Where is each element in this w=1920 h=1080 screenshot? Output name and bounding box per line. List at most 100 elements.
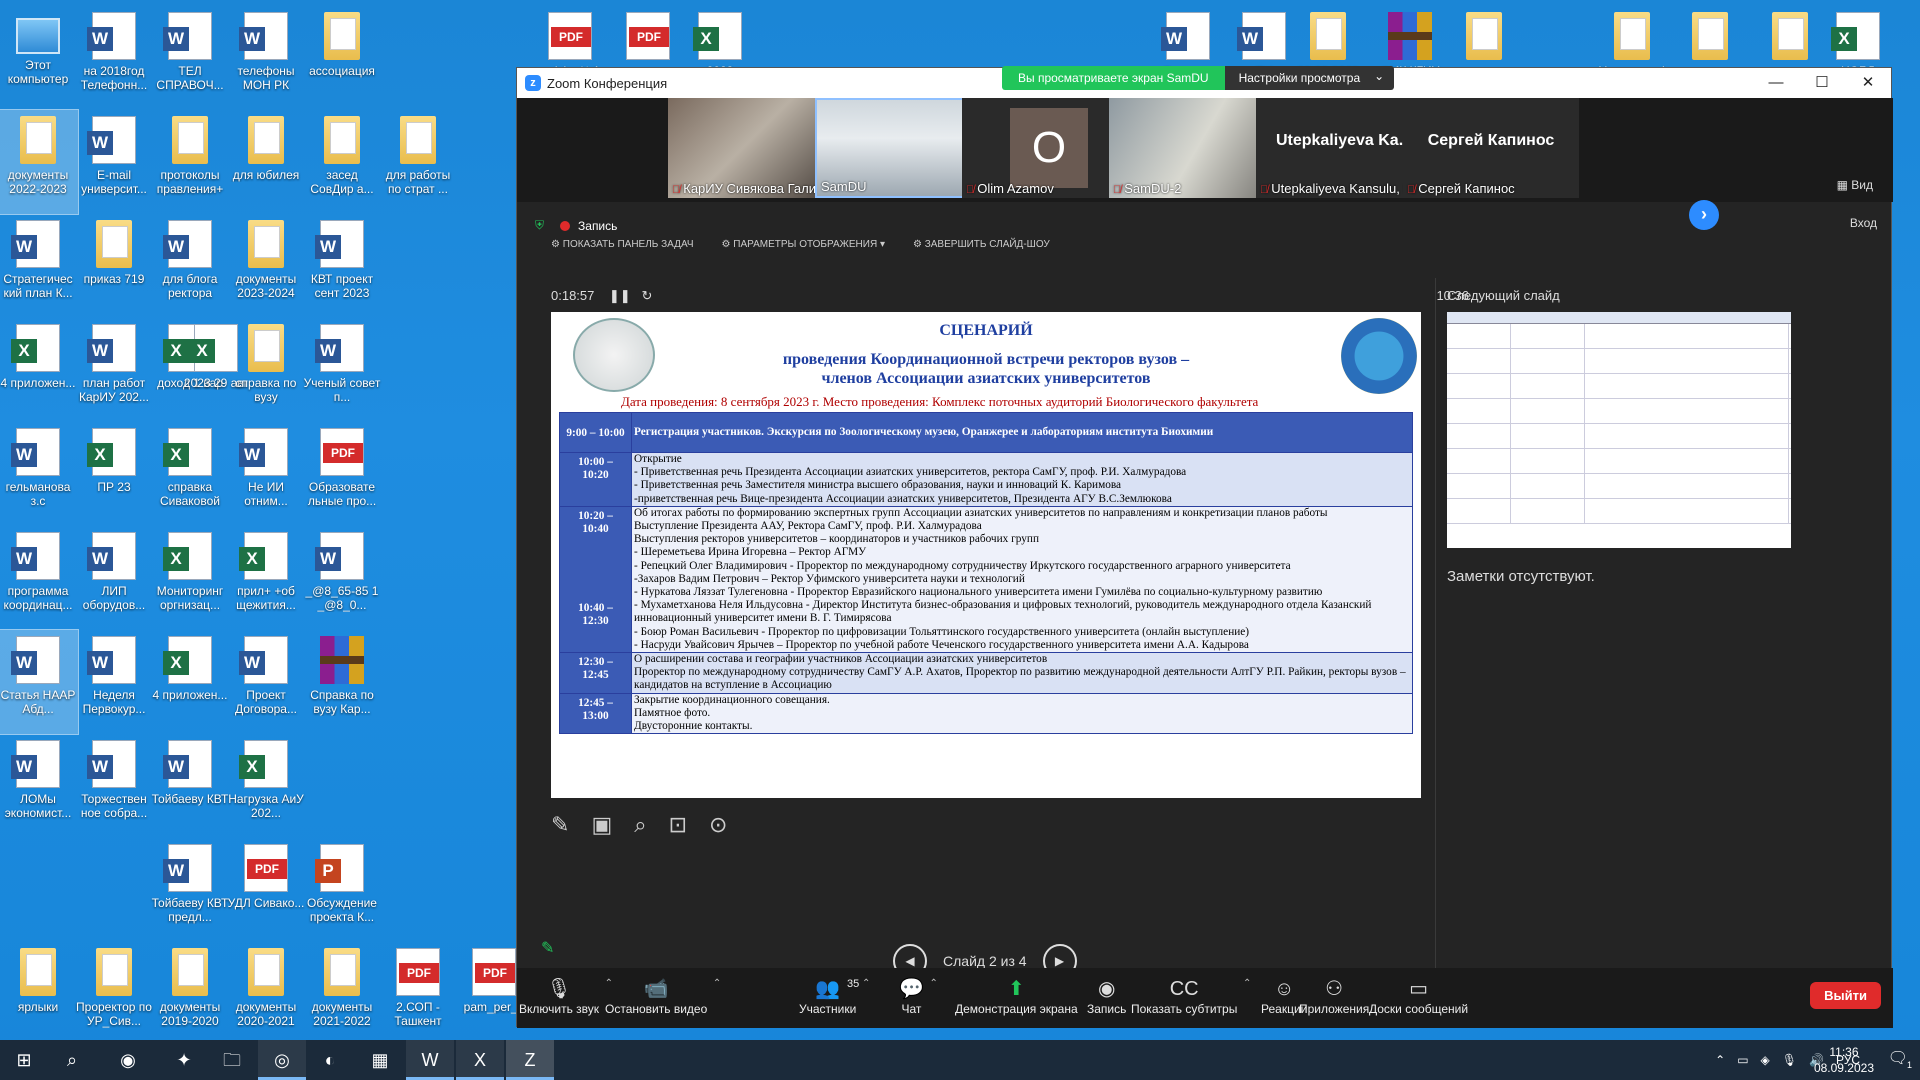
desktop-icon[interactable]: ЛИП оборудов... <box>74 526 154 630</box>
desktop-icon[interactable]: документы 2020-2021 <box>226 942 306 1046</box>
desktop-icon[interactable]: НОБД <box>1818 6 1898 68</box>
desktop-icon[interactable]: для работы по страт ... <box>378 110 458 214</box>
record-button[interactable]: ◉ Запись <box>1087 976 1126 1016</box>
edge-icon[interactable]: ◐ <box>306 1040 354 1080</box>
desktop-icon[interactable]: засед СовДир а... <box>302 110 382 214</box>
desktop-icon[interactable]: телефоны МОН РК <box>226 6 306 110</box>
desktop-icon[interactable]: доход <box>608 6 688 68</box>
desktop-icon[interactable]: E-mail университ... <box>74 110 154 214</box>
desktop-icon[interactable]: Ученый совет п... <box>302 318 382 422</box>
desktop-icon[interactable]: ТЕЛ СПРАВОЧ... <box>150 6 230 110</box>
more-options-icon[interactable]: ⊙ <box>709 812 727 838</box>
desktop-icon[interactable]: 4 приложен... <box>0 318 78 422</box>
caret-up-icon[interactable]: ⌃ <box>713 978 721 989</box>
desktop-icon[interactable]: гельманова з.с <box>0 422 78 526</box>
desktop-icon[interactable]: ЛОМы экономист... <box>0 734 78 838</box>
entry-label[interactable]: Вход <box>1850 216 1877 230</box>
desktop-icon[interactable]: прил+ +об щежития... <box>226 526 306 630</box>
desktop-icon[interactable]: Справка по вузу Кар... <box>302 630 382 734</box>
desktop-icon[interactable]: Проект Договора... <box>226 630 306 734</box>
zoom-slide-icon[interactable]: ⌕ <box>634 812 646 838</box>
desktop-icon[interactable]: Нагрузка АиУ 202... <box>226 734 306 838</box>
desktop-icon[interactable]: документы 2021-2022 <box>302 942 382 1046</box>
network-icon[interactable]: ◈ <box>1761 1053 1770 1067</box>
desktop-icon[interactable]: для юбилея <box>226 110 306 214</box>
desktop-icon[interactable]: 2023 <box>680 6 760 68</box>
desktop-icon[interactable]: на 2018год Телефонн... <box>74 6 154 110</box>
desktop-icon[interactable]: Разделы <box>1148 6 1228 68</box>
desktop-icon[interactable]: ассоциация <box>302 6 382 110</box>
desktop-icon[interactable]: важное <box>1444 6 1524 68</box>
desktop-icon[interactable]: Этот компьютер <box>0 6 78 110</box>
desktop-icon[interactable]: СМК КГИУ <box>1370 6 1450 68</box>
excel-taskbar-icon[interactable]: X <box>456 1040 504 1080</box>
minimize-button[interactable]: — <box>1753 68 1799 98</box>
view-settings-dropdown[interactable]: Настройки просмотра <box>1224 64 1395 90</box>
apps-button[interactable]: ⚇ Приложения <box>1299 976 1369 1016</box>
leave-button[interactable]: Выйти <box>1810 982 1881 1009</box>
desktop-icon[interactable]: нормативка <box>1670 6 1750 68</box>
share-screen-button[interactable]: ⬆ Демонстрация экрана <box>955 976 1078 1016</box>
desktop-icon[interactable]: Не ИИ отним... <box>226 422 306 526</box>
maximize-button[interactable]: ☐ <box>1799 68 1845 98</box>
captions-button[interactable]: CC ⌃ Показать субтитры <box>1131 976 1251 1016</box>
view-button[interactable]: ▦ Вид <box>1837 178 1873 192</box>
chat-button[interactable]: 💬 ⌃ Чат <box>899 976 938 1016</box>
word-taskbar-icon[interactable]: W <box>406 1040 454 1080</box>
desktop-icon[interactable]: справка Сиваковой <box>150 422 230 526</box>
desktop-icon[interactable]: КВТ проект сент 2023 <box>302 214 382 318</box>
pointer-icon[interactable]: ⊡ <box>669 812 687 838</box>
mic-off-button[interactable]: 🎙 ⌃ Включить звук <box>519 976 613 1016</box>
caret-up-icon[interactable]: ⌃ <box>930 978 938 989</box>
desktop-icon[interactable]: ярлыки <box>0 942 78 1046</box>
desktop-icon[interactable]: Неделя Первокур... <box>74 630 154 734</box>
video-button[interactable]: 📹 ⌃ Остановить видео <box>605 976 721 1016</box>
desktop-icon[interactable]: приказ 719 <box>74 214 154 318</box>
tray-icon[interactable]: ▭ <box>1737 1053 1748 1067</box>
recording-indicator[interactable]: ⛨ Запись <box>535 218 617 233</box>
desktop-icon[interactable]: документы 2022-2023 <box>0 109 79 215</box>
close-button[interactable]: ✕ <box>1845 68 1891 98</box>
desktop-icon[interactable]: Тойбаеву КВТ <box>150 734 230 838</box>
desktop-icon[interactable]: 23-03-2022 <box>1288 6 1368 68</box>
desktop-icon[interactable]: Тойбаеву КВТ предл... <box>150 838 230 942</box>
desktop-icon[interactable]: Стратегичес кий план К... <box>0 214 78 318</box>
desktop-icon[interactable]: документы 2023-2024 <box>226 214 306 318</box>
participant-tile[interactable]: Сергей Капинос 🎙̸ Сергей Капинос <box>1403 98 1579 198</box>
desktop-icon[interactable]: vypiska-№1- funkcionalna <box>530 6 610 68</box>
desktop-icon[interactable]: 2.СОП - Ташкент <box>378 942 458 1046</box>
participants-button[interactable]: 👥 35 ⌃ Участники <box>799 976 870 1016</box>
desktop-icon[interactable]: документы 2019-2020 <box>150 942 230 1046</box>
file-explorer-icon[interactable]: 🗀 <box>208 1040 256 1080</box>
desktop-icon[interactable]: _@8_65-85 1 _@8_0... <box>302 526 382 630</box>
desktop-icon[interactable]: программа координац... <box>0 526 78 630</box>
desktop-icon[interactable]: Установить! <box>1592 6 1672 68</box>
desktop-icon[interactable]: 4 приложен... <box>150 630 230 734</box>
desktop-icon[interactable]: протоколы правления+ <box>150 110 230 214</box>
desktop-icon[interactable]: для блога ректора <box>150 214 230 318</box>
show-taskbar-button[interactable]: ⚙ ПОКАЗАТЬ ПАНЕЛЬ ЗАДАЧ <box>551 239 694 250</box>
desktop-icon[interactable]: справка по вузу <box>226 318 306 422</box>
mic-tray-icon[interactable]: 🎙 <box>1782 1053 1797 1067</box>
whiteboard-button[interactable]: ▭ Доски сообщений <box>1369 976 1468 1016</box>
assistant-icon[interactable]: ◉ <box>104 1040 152 1080</box>
chrome-icon[interactable]: ◎ <box>258 1040 306 1080</box>
desktop-icon[interactable]: Образовате льные про... <box>302 422 382 526</box>
desktop-icon[interactable]: УДЛ Сивако... <box>226 838 306 942</box>
desktop-icon[interactable]: ПР 23 <box>74 422 154 526</box>
display-settings-button[interactable]: ⚙ ПАРАМЕТРЫ ОТОБРАЖЕНИЯ ▾ <box>722 239 885 250</box>
caret-up-icon[interactable]: ⌃ <box>862 978 870 989</box>
tray-chevron-icon[interactable]: ⌃ <box>1715 1053 1725 1067</box>
desktop-icon[interactable]: план работ КарИУ 202... <box>74 318 154 422</box>
start-icon[interactable]: ⊞ <box>0 1040 48 1080</box>
caret-up-icon[interactable]: ⌃ <box>1243 978 1251 989</box>
pen-icon[interactable]: ✎ <box>551 812 569 838</box>
annotate-icon[interactable]: ✎ <box>541 938 554 958</box>
desktop-icon[interactable]: Проректор по УР_Сив... <box>74 942 154 1046</box>
desktop-icon[interactable]: Обсуждение проекта К... <box>302 838 382 942</box>
search-icon[interactable]: ⌕ <box>48 1040 96 1080</box>
calculator-icon[interactable]: ▦ <box>356 1040 404 1080</box>
end-slideshow-button[interactable]: ⚙ ЗАВЕРШИТЬ СЛАЙД-ШОУ <box>913 239 1050 250</box>
all-slides-icon[interactable]: ▣ <box>591 812 612 838</box>
next-participants-button[interactable]: › <box>1689 200 1719 230</box>
